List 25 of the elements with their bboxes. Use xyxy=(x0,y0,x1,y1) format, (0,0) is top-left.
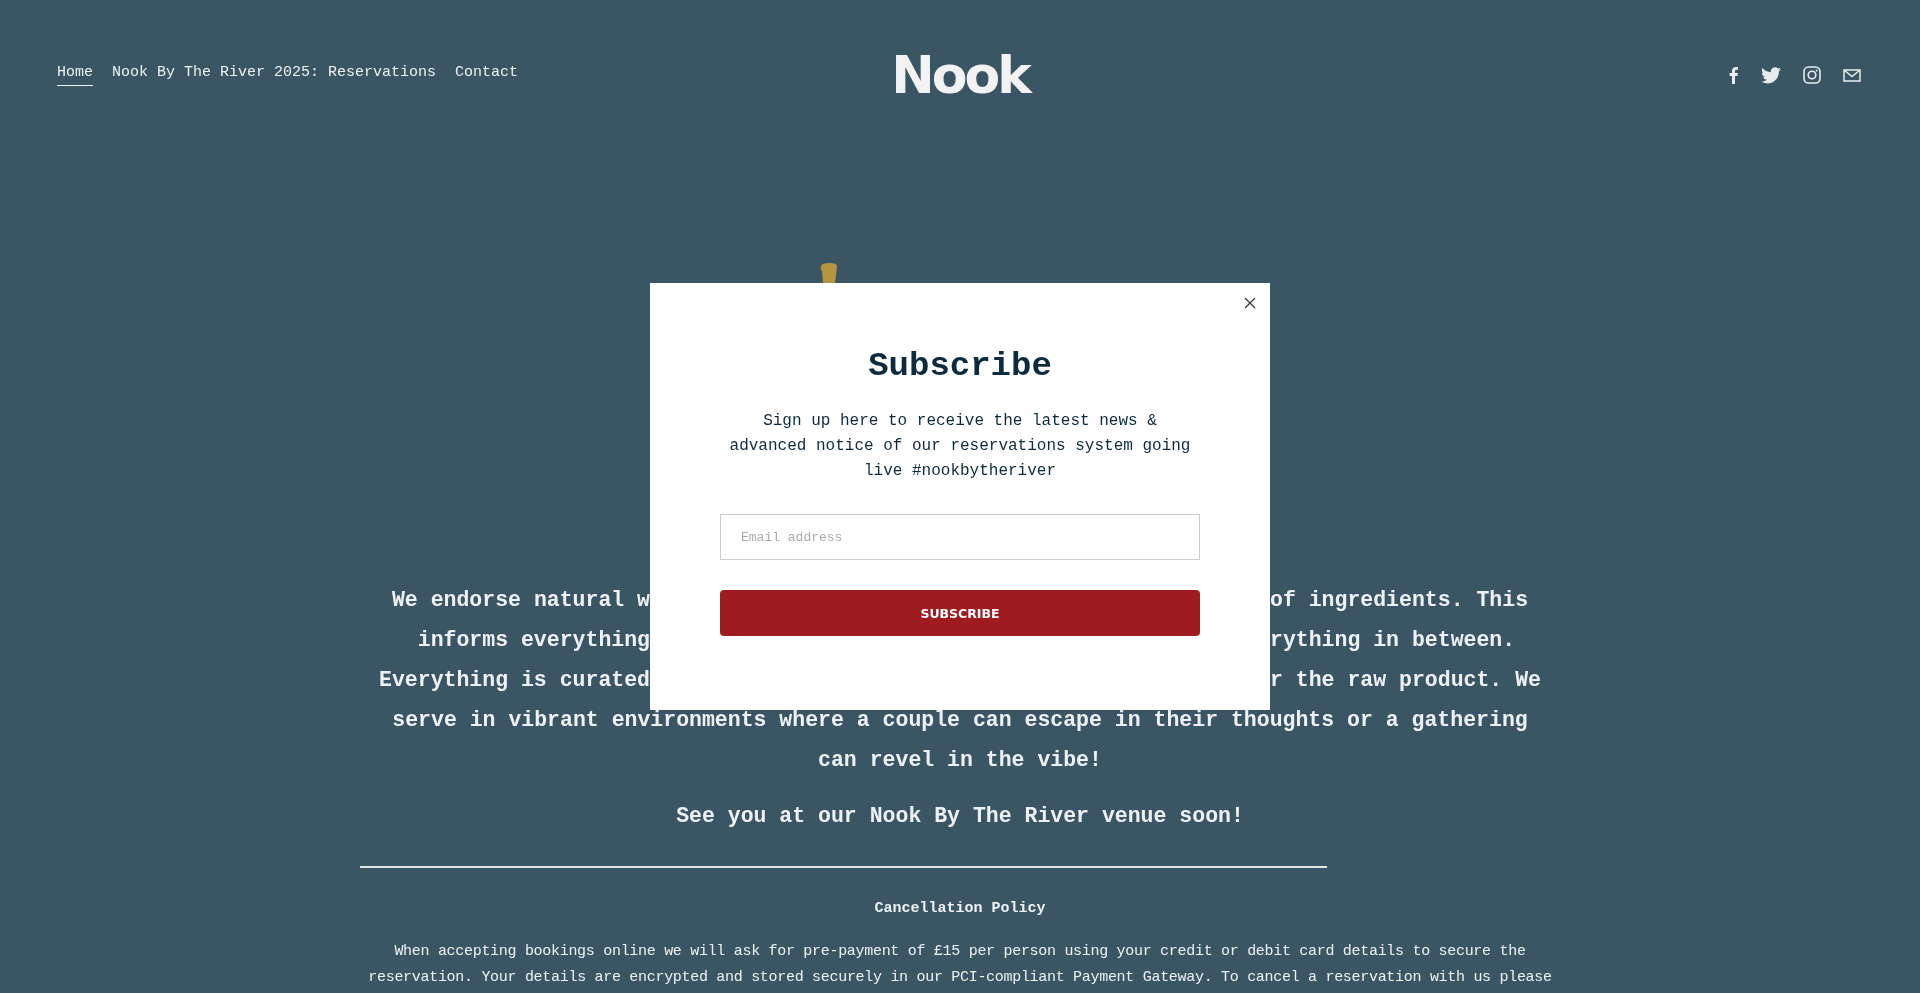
bird-icon[interactable] xyxy=(1761,66,1781,84)
policy-heading: Cancellation Policy xyxy=(874,900,1046,917)
closing-line: See you at our Nook By The River venue soon! xyxy=(675,803,1245,830)
email-field[interactable]: Email address xyxy=(720,514,1200,560)
paragraph-fragment: We endorse natural w xyxy=(390,587,650,614)
illustration-fragment xyxy=(819,263,839,283)
policy-text: When accepting bookings online we will ask for pre-payment of £15 per person using your credit or debit card details to secure the reservation. Your details are encrypted and stored securely in our PCI-compliant Payment Gateway. To cancel a reservation with us please xyxy=(367,942,1553,988)
paragraph-fragment: rything in between. xyxy=(1270,627,1517,654)
dialog-title: Subscribe xyxy=(868,347,1052,385)
nav-link[interactable]: Contact xyxy=(455,64,519,86)
nav-link[interactable]: Home xyxy=(57,64,93,86)
paragraph-fragment: Everything is curated xyxy=(378,667,650,694)
dialog-description: Sign up here to receive the latest news & advanced notice of our reservations system going live #nookbytheriver xyxy=(728,411,1192,482)
paragraph-fragment: r the raw product. We xyxy=(1270,667,1542,694)
close-icon[interactable] xyxy=(1244,297,1256,309)
paragraph-fragment: informs everything xyxy=(416,627,650,654)
nav-link[interactable]: Nook By The River 2025: Reservations xyxy=(112,64,437,86)
logo[interactable]: Nook xyxy=(891,45,1029,105)
instagram-icon[interactable] xyxy=(1803,66,1821,84)
paragraph-fragment: of ingredients. This xyxy=(1270,587,1530,614)
subscribe-button[interactable]: SUBSCRIBE xyxy=(720,590,1200,636)
facebook-icon[interactable] xyxy=(1727,66,1739,84)
paragraph-line: can revel in the vibe! xyxy=(817,747,1103,774)
paragraph-line: serve in vibrant environments where a couple can escape in their thoughts or a gathering xyxy=(391,707,1529,734)
envelope-icon[interactable] xyxy=(1843,68,1861,82)
